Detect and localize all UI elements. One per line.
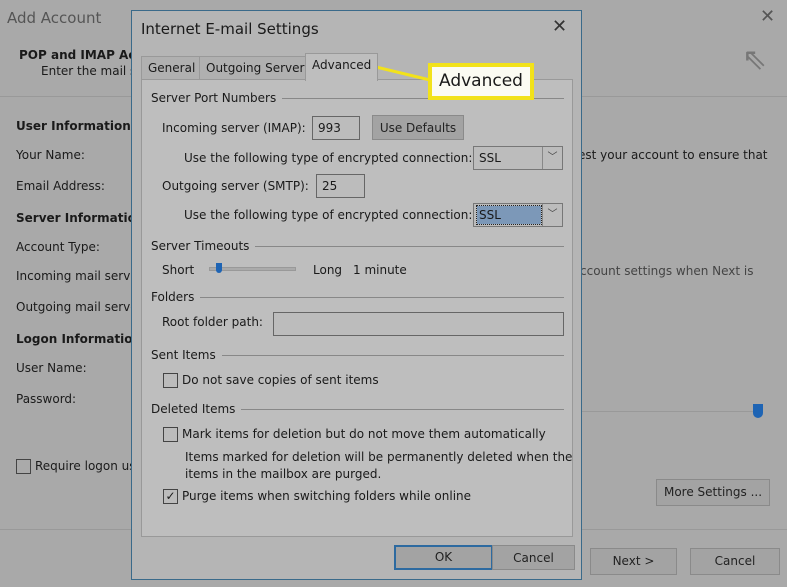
callout-line: [368, 62, 431, 82]
advanced-callout: Advanced: [428, 63, 534, 100]
tab-advanced[interactable]: Advanced: [305, 53, 379, 81]
